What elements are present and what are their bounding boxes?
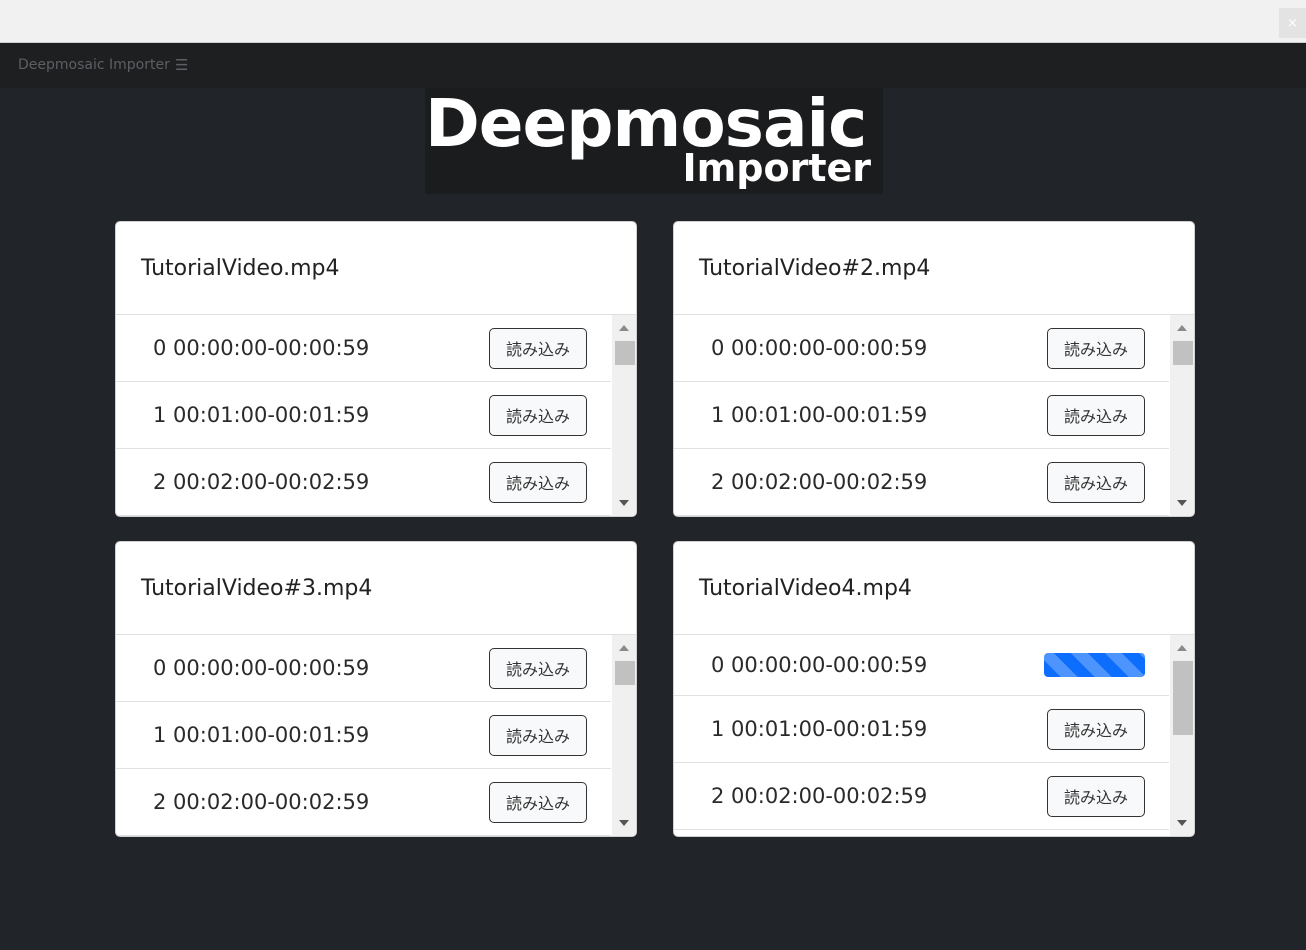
app-navbar: Deepmosaic Importer ☰ xyxy=(0,43,1306,88)
segment-row: 2 00:02:00-00:02:59 読み込み xyxy=(116,449,611,516)
segment-list: 0 00:00:00-00:00:59 読み込み 1 00:01:00-00:0… xyxy=(116,315,636,516)
scroll-up-arrow-icon[interactable] xyxy=(619,325,629,331)
segment-label: 0 00:00:00-00:00:59 xyxy=(153,336,370,360)
segment-label: 2 00:02:00-00:02:59 xyxy=(711,784,928,808)
scroll-up-arrow-icon[interactable] xyxy=(619,645,629,651)
segment-row: 1 00:01:00-00:01:59 読み込み xyxy=(116,382,611,449)
segment-row: 0 00:00:00-00:00:59 読み込み xyxy=(116,315,611,382)
scrollbar-thumb[interactable] xyxy=(615,341,635,365)
window-titlebar: × xyxy=(0,0,1306,43)
segment-label: 2 00:02:00-00:02:59 xyxy=(153,790,370,814)
segment-list: 0 00:00:00-00:00:59 1 00:01:00-00:01:59 … xyxy=(674,635,1194,836)
logo-line-2: Importer xyxy=(682,146,871,190)
scrollbar-thumb[interactable] xyxy=(1173,341,1193,365)
video-card: TutorialVideo4.mp4 0 00:00:00-00:00:59 1… xyxy=(673,541,1195,837)
segment-label: 0 00:00:00-00:00:59 xyxy=(711,653,928,677)
scroll-down-arrow-icon[interactable] xyxy=(1177,500,1187,506)
scrollbar[interactable] xyxy=(1170,315,1194,516)
load-button[interactable]: 読み込み xyxy=(1047,327,1145,369)
segment-row: 0 00:00:00-00:00:59 読み込み xyxy=(116,635,611,702)
scroll-up-arrow-icon[interactable] xyxy=(1177,325,1187,331)
video-card: TutorialVideo.mp4 0 00:00:00-00:00:59 読み… xyxy=(115,221,637,517)
segment-label: 0 00:00:00-00:00:59 xyxy=(153,656,370,680)
app-title[interactable]: Deepmosaic Importer xyxy=(18,57,170,73)
load-button[interactable]: 読み込み xyxy=(489,461,587,503)
app-logo: Deepmosaic Importer xyxy=(425,85,883,194)
load-button[interactable]: 読み込み xyxy=(1047,775,1145,817)
scrollbar-thumb[interactable] xyxy=(615,661,635,685)
segment-list: 0 00:00:00-00:00:59 読み込み 1 00:01:00-00:0… xyxy=(674,315,1194,516)
segment-row: 1 00:01:00-00:01:59 読み込み xyxy=(116,702,611,769)
scroll-down-arrow-icon[interactable] xyxy=(619,820,629,826)
segment-row: 1 00:01:00-00:01:59 読み込み xyxy=(674,696,1169,763)
video-card-title: TutorialVideo.mp4 xyxy=(116,222,636,315)
close-button[interactable]: × xyxy=(1279,8,1306,38)
scroll-down-arrow-icon[interactable] xyxy=(619,500,629,506)
scrollbar[interactable] xyxy=(1170,635,1194,836)
segment-label: 0 00:00:00-00:00:59 xyxy=(711,336,928,360)
scrollbar-thumb[interactable] xyxy=(1173,661,1193,735)
scroll-up-arrow-icon[interactable] xyxy=(1177,645,1187,651)
segment-row: 0 00:00:00-00:00:59 読み込み xyxy=(674,315,1169,382)
video-card: TutorialVideo#3.mp4 0 00:00:00-00:00:59 … xyxy=(115,541,637,837)
segment-label: 2 00:02:00-00:02:59 xyxy=(711,470,928,494)
scrollbar[interactable] xyxy=(612,635,636,836)
scroll-down-arrow-icon[interactable] xyxy=(1177,820,1187,826)
video-card-title: TutorialVideo4.mp4 xyxy=(674,542,1194,635)
segment-label: 1 00:01:00-00:01:59 xyxy=(711,717,928,741)
video-card: TutorialVideo#2.mp4 0 00:00:00-00:00:59 … xyxy=(673,221,1195,517)
load-button[interactable]: 読み込み xyxy=(489,647,587,689)
loading-progress-bar xyxy=(1044,653,1145,677)
load-button[interactable]: 読み込み xyxy=(1047,461,1145,503)
scrollbar[interactable] xyxy=(612,315,636,516)
load-button[interactable]: 読み込み xyxy=(489,394,587,436)
load-button[interactable]: 読み込み xyxy=(489,781,587,823)
segment-row: 0 00:00:00-00:00:59 xyxy=(674,635,1169,696)
hamburger-menu-icon[interactable]: ☰ xyxy=(175,56,188,74)
segment-row: 2 00:02:00-00:02:59 読み込み xyxy=(674,449,1169,516)
segment-row: 1 00:01:00-00:01:59 読み込み xyxy=(674,382,1169,449)
segment-label: 1 00:01:00-00:01:59 xyxy=(711,403,928,427)
segment-label: 2 00:02:00-00:02:59 xyxy=(153,470,370,494)
segment-row: 2 00:02:00-00:02:59 読み込み xyxy=(116,769,611,836)
segment-label: 1 00:01:00-00:01:59 xyxy=(153,403,370,427)
video-card-title: TutorialVideo#2.mp4 xyxy=(674,222,1194,315)
video-card-title: TutorialVideo#3.mp4 xyxy=(116,542,636,635)
segment-label: 1 00:01:00-00:01:59 xyxy=(153,723,370,747)
load-button[interactable]: 読み込み xyxy=(489,714,587,756)
segment-row: 2 00:02:00-00:02:59 読み込み xyxy=(674,763,1169,830)
segment-list: 0 00:00:00-00:00:59 読み込み 1 00:01:00-00:0… xyxy=(116,635,636,836)
load-button[interactable]: 読み込み xyxy=(1047,708,1145,750)
load-button[interactable]: 読み込み xyxy=(1047,394,1145,436)
load-button[interactable]: 読み込み xyxy=(489,327,587,369)
